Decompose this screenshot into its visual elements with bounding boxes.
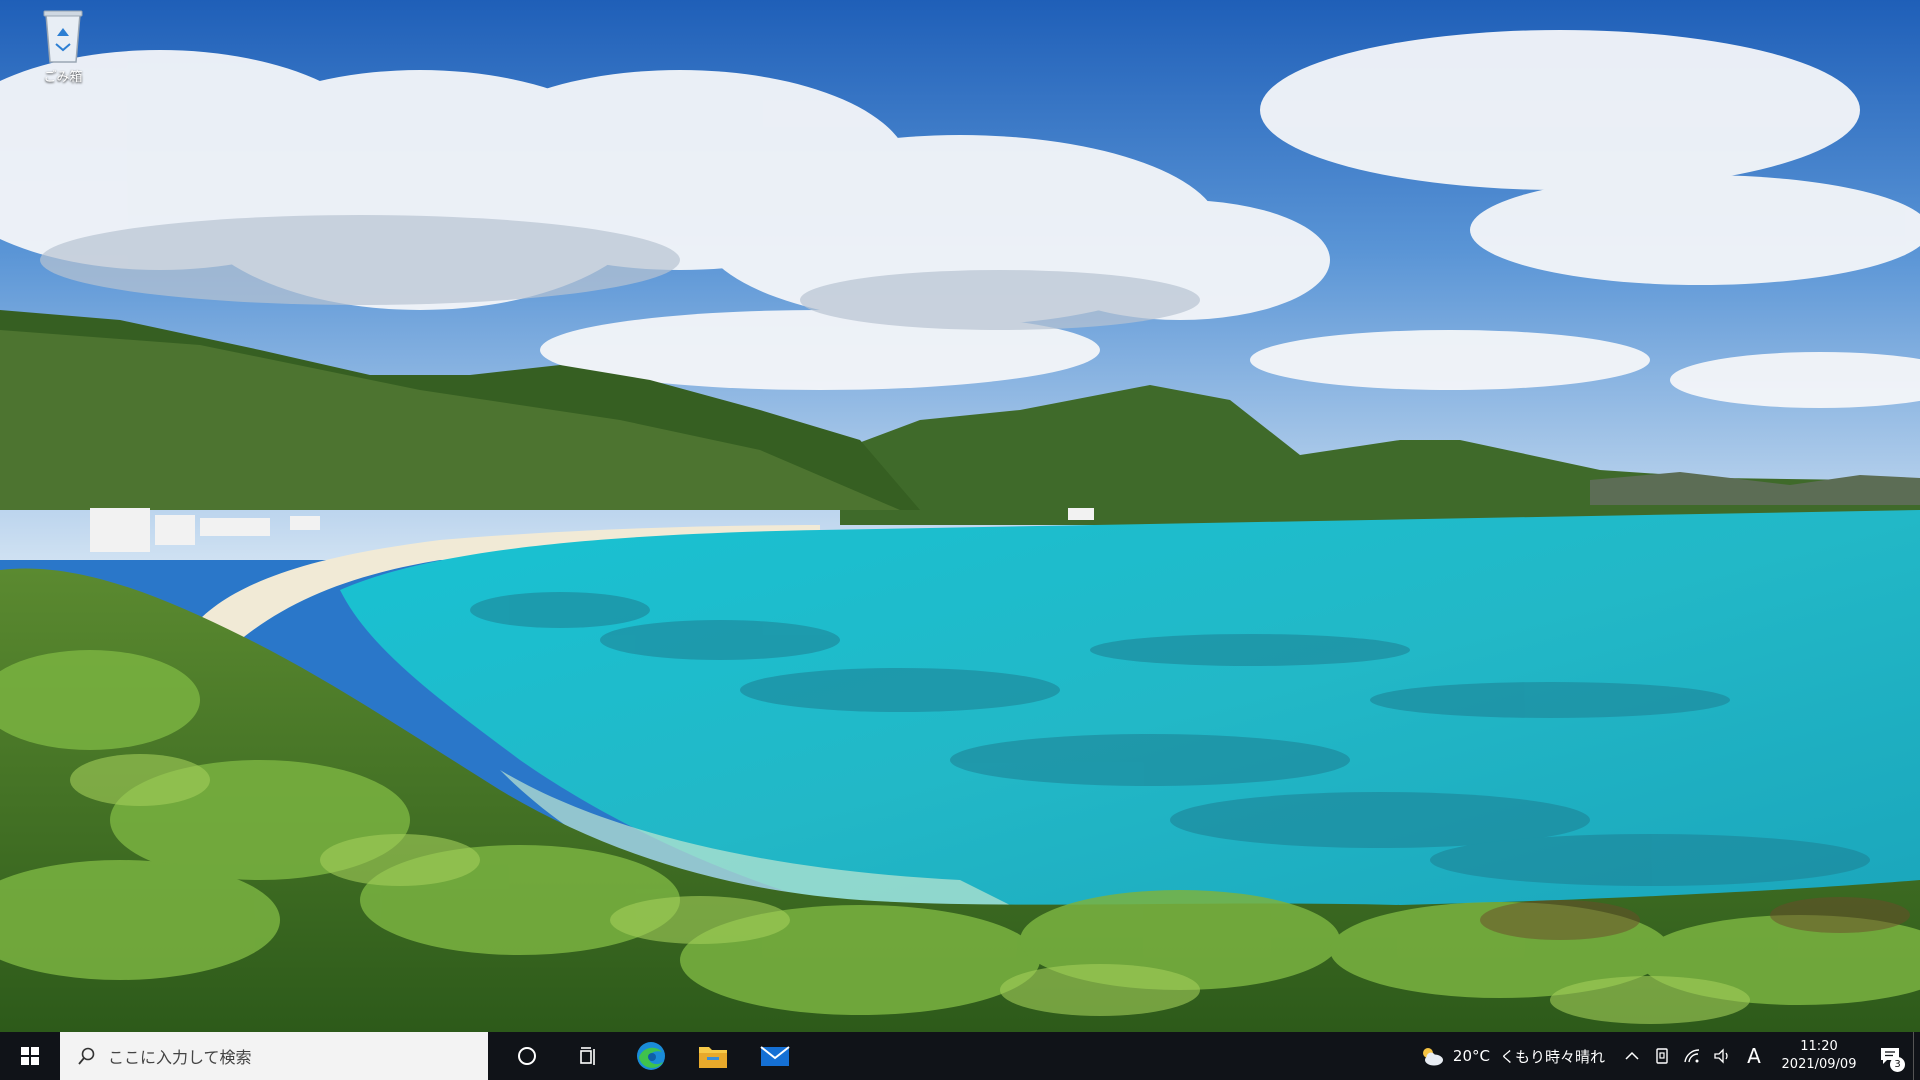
partly-cloudy-icon <box>1422 1048 1443 1066</box>
recycle-bin-label: ごみ箱 <box>43 70 83 85</box>
folder-icon <box>699 1047 727 1068</box>
volume-button[interactable] <box>1707 1032 1737 1080</box>
desktop[interactable]: ごみ箱 ここに入力して検索 20°C くもり時々晴れ A 11:20 2021/… <box>0 0 1920 1080</box>
show-desktop-button[interactable] <box>1913 1032 1920 1080</box>
cortana-button[interactable] <box>496 1032 558 1080</box>
device-icon <box>1656 1048 1668 1064</box>
search-icon <box>78 1047 95 1065</box>
edge-button[interactable] <box>620 1032 682 1080</box>
task-view-button[interactable] <box>558 1032 620 1080</box>
taskbar-apps <box>496 1032 806 1080</box>
clock-date: 2021/09/09 <box>1781 1057 1857 1072</box>
start-button[interactable] <box>0 1032 60 1080</box>
chevron-up-icon <box>1625 1051 1639 1060</box>
recycle-bin-desktop-icon[interactable]: ごみ箱 <box>28 8 98 92</box>
weather-widget[interactable]: 20°C くもり時々晴れ <box>1407 1045 1617 1067</box>
ime-mode-indicator[interactable]: A <box>1737 1032 1771 1080</box>
weather-condition: くもり時々晴れ <box>1499 1047 1605 1066</box>
taskbar: ここに入力して検索 20°C くもり時々晴れ A 11:20 2021/09/0… <box>0 1032 1920 1080</box>
device-tray-button[interactable] <box>1647 1032 1677 1080</box>
taskbar-search-box[interactable]: ここに入力して検索 <box>60 1032 488 1080</box>
network-button[interactable] <box>1677 1032 1707 1080</box>
notification-count-badge: 3 <box>1890 1057 1905 1072</box>
task-view-icon <box>580 1047 595 1065</box>
speaker-icon <box>1714 1048 1728 1064</box>
clock-time: 11:20 <box>1800 1039 1838 1054</box>
wallpaper <box>0 0 1920 1032</box>
show-hidden-icons-button[interactable] <box>1617 1032 1647 1080</box>
weather-temperature: 20°C <box>1452 1047 1490 1065</box>
edge-icon <box>637 1042 665 1070</box>
action-center-button[interactable]: 3 <box>1867 1032 1913 1080</box>
recycle-bin-icon <box>43 10 83 63</box>
cortana-icon <box>518 1047 536 1065</box>
mail-icon <box>760 1046 790 1066</box>
file-explorer-button[interactable] <box>682 1032 744 1080</box>
windows-logo-icon <box>21 1047 39 1065</box>
mail-button[interactable] <box>744 1032 806 1080</box>
wifi-icon <box>1684 1049 1700 1063</box>
taskbar-clock[interactable]: 11:20 2021/09/09 <box>1771 1038 1867 1074</box>
system-tray: 20°C くもり時々晴れ A 11:20 2021/09/09 3 <box>1407 1032 1920 1080</box>
search-placeholder: ここに入力して検索 <box>108 1048 252 1067</box>
